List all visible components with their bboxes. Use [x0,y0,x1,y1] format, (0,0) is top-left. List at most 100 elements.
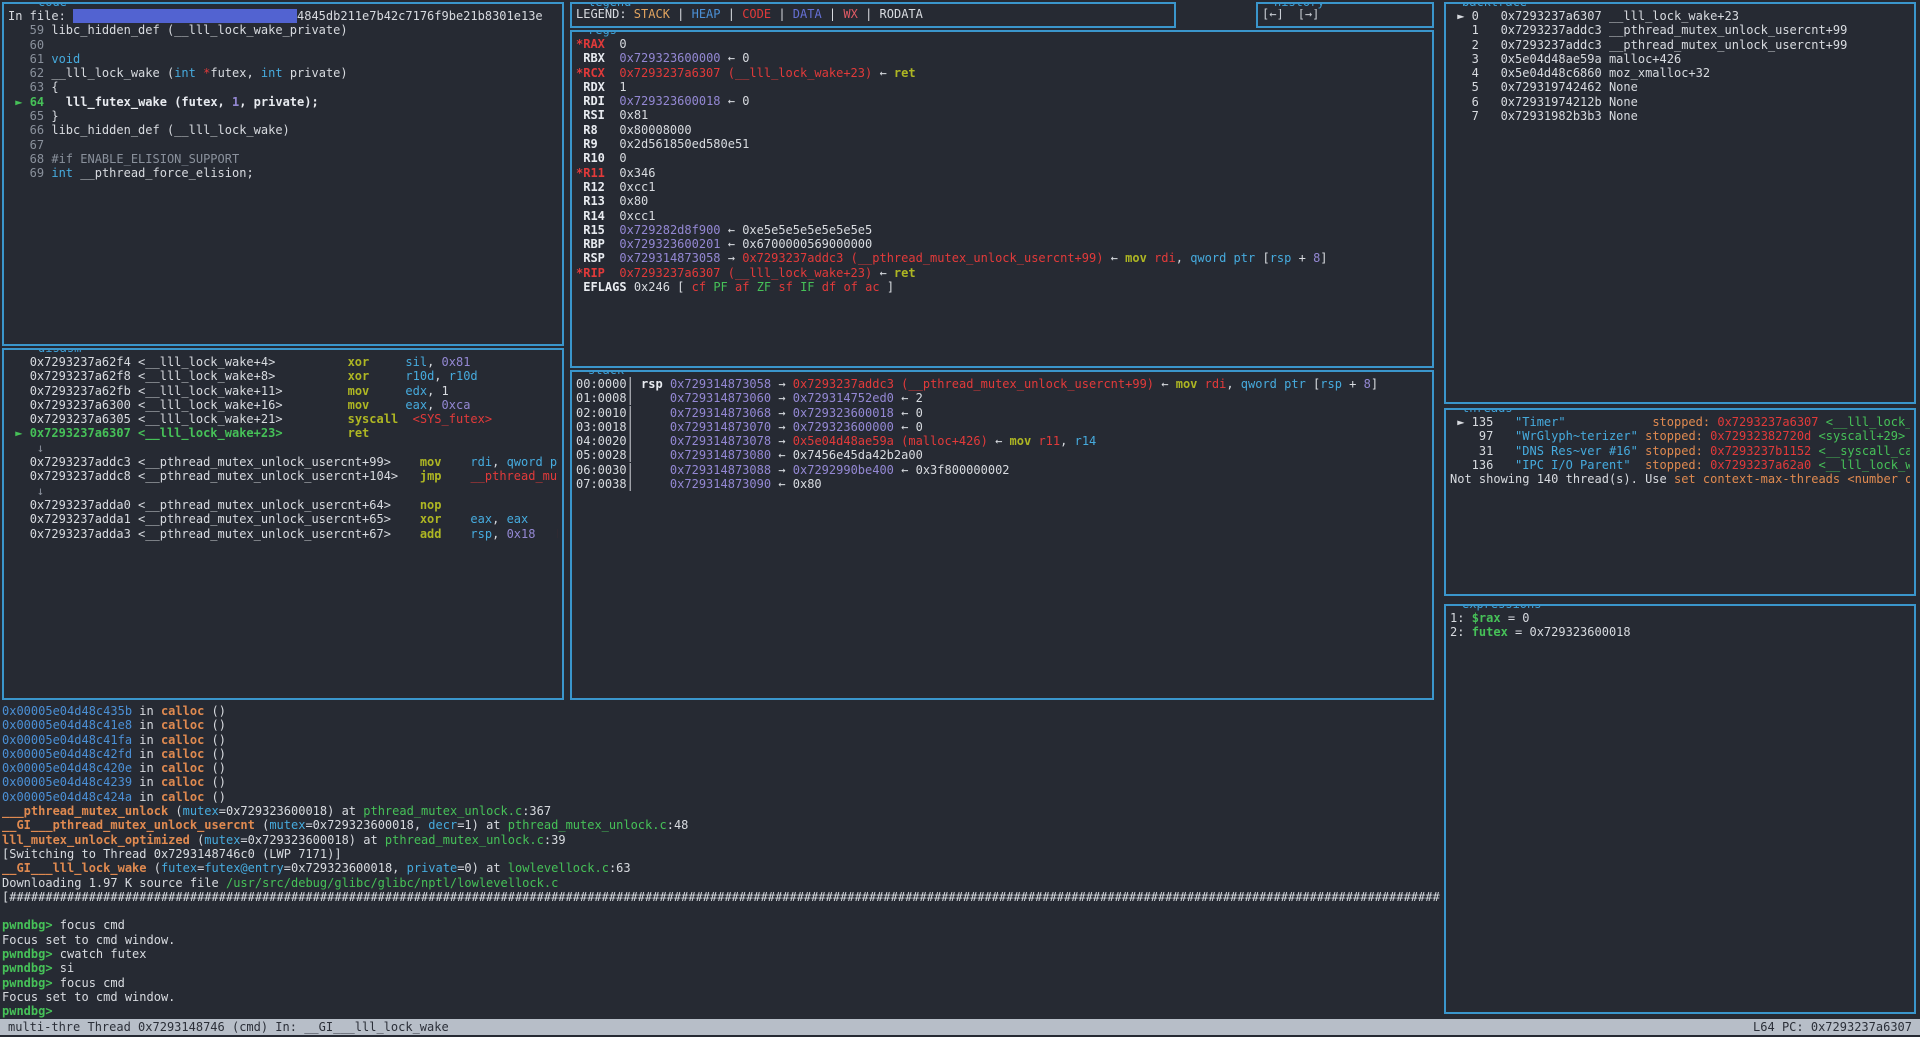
terminal-line: R12 0xcc1 [576,180,1428,194]
terminal-line: lll_mutex_unlock_optimized (mutex=0x7293… [2,833,1440,847]
terminal-line: 01:0008│ 0x729314873060 → 0x729314752ed0… [576,391,1428,405]
terminal-line: ↓ [8,484,558,498]
terminal-line: 06:0030│ 0x729314873088 → 0x7292990be400… [576,463,1428,477]
terminal-line: 1 0x7293237addc3 __pthread_mutex_unlock_… [1450,23,1910,37]
terminal-line: ___pthread_mutex_unlock (mutex=0x7293236… [2,804,1440,818]
thread-rows: ► 135 "Timer" stopped: 0x7293237a6307 <_… [1446,410,1914,491]
backtrace-panel: backtrace ► 0 0x7293237a6307 __lll_lock_… [1444,2,1916,404]
history-back-button[interactable]: [←] [1262,7,1284,21]
terminal-screen[interactable]: code In file: 4845db211e7b42c7176f9be21b… [0,0,1920,1037]
terminal-line: *RAX 0 [576,37,1428,51]
terminal-line: Downloading 1.97 K source file /usr/src/… [2,876,1440,890]
legend-panel-title: legend [584,2,635,9]
terminal-line: R8 0x80008000 [576,123,1428,137]
terminal-line: 68 #if ENABLE_ELISION_SUPPORT [8,152,558,166]
terminal-line: R15 0x729282d8f900 ← 0xe5e5e5e5e5e5e5e5 [576,223,1428,237]
terminal-line: *RCX 0x7293237a6307 (__lll_lock_wake+23)… [576,66,1428,80]
terminal-line: 02:0010│ 0x729314873068 → 0x729323600018… [576,406,1428,420]
terminal-line: ↓ [8,441,558,455]
terminal-line: Not showing 140 thread(s). Use set conte… [1450,472,1910,486]
backtrace-rows: ► 0 0x7293237a6307 __lll_lock_wake+23 1 … [1446,4,1914,128]
disassembly-panel: disasm 0x7293237a62f4 <__lll_lock_wake+4… [2,348,564,700]
terminal-line: *RIP 0x7293237a6307 (__lll_lock_wake+23)… [576,266,1428,280]
terminal-line: RBP 0x729323600201 ← 0x6700000569000000 [576,237,1428,251]
terminal-line: 3 0x5e04d48ae59a malloc+426 [1450,52,1910,66]
status-left: multi-thre Thread 0x7293148746 (cmd) In:… [8,1019,449,1035]
terminal-line: 69 int __pthread_force_elision; [8,166,558,180]
terminal-line: 31 "DNS Res~ver #16" stopped: 0x7293237b… [1450,444,1910,458]
terminal-line: 0x7293237adda0 <__pthread_mutex_unlock_u… [8,498,558,512]
threads-panel-title: threads [1458,408,1517,415]
terminal-line: 4 0x5e04d48c6860 moz_xmalloc+32 [1450,66,1910,80]
terminal-line: ► 64 lll_futex_wake (futex, 1, private); [8,95,558,109]
terminal-line: 2: futex = 0x729323600018 [1450,625,1910,639]
backtrace-panel-title: backtrace [1458,2,1531,9]
terminal-line: Focus set to cmd window. [2,990,1440,1004]
terminal-line: 67 [8,138,558,152]
expressions-panel: expressions 1: $rax = 02: futex = 0x7293… [1444,604,1916,1014]
terminal-line: pwndbg> cwatch futex [2,947,1440,961]
terminal-line: 00:0000│ rsp 0x729314873058 → 0x7293237a… [576,377,1428,391]
terminal-line: R13 0x80 [576,194,1428,208]
expression-rows: 1: $rax = 02: futex = 0x729323600018 [1446,606,1914,645]
terminal-line: 0x7293237a62fb <__lll_lock_wake+11> mov … [8,384,558,398]
register-rows: *RAX 0 RBX 0x729323600000 ← 0*RCX 0x7293… [572,32,1432,299]
terminal-line: [Switching to Thread 0x7293148746c0 (LWP… [2,847,1440,861]
terminal-line: pwndbg> focus cmd [2,918,1440,932]
terminal-line: 66 libc_hidden_def (__lll_lock_wake) [8,123,558,137]
history-panel: history [←] [→] [1256,2,1434,28]
history-forward-button[interactable]: [→] [1298,7,1320,21]
terminal-line: ► 0 0x7293237a6307 __lll_lock_wake+23 [1450,9,1910,23]
terminal-line: R10 0 [576,151,1428,165]
terminal-line: pwndbg> focus cmd [2,976,1440,990]
terminal-line: 0x7293237a62f8 <__lll_lock_wake+8> xor r… [8,369,558,383]
terminal-scrollback[interactable]: 0x00005e04d48c435b in calloc ()0x00005e0… [2,704,1440,1019]
terminal-line: R9 0x2d561850ed580e51 [576,137,1428,151]
legend-panel: legend LEGEND: STACK | HEAP | CODE | DAT… [570,2,1176,28]
history-panel-title: history [1270,2,1329,9]
expressions-panel-title: expressions [1458,604,1545,611]
registers-panel: regs *RAX 0 RBX 0x729323600000 ← 0*RCX 0… [570,30,1434,368]
threads-panel: threads ► 135 "Timer" stopped: 0x7293237… [1444,408,1916,596]
terminal-line: [#######################################… [2,890,1440,904]
status-bar: multi-thre Thread 0x7293148746 (cmd) In:… [0,1019,1920,1035]
terminal-line: EFLAGS 0x246 [ cf PF af ZF sf IF df of a… [576,280,1428,294]
terminal-line: 0x7293237a6305 <__lll_lock_wake+21> sysc… [8,412,558,426]
stack-panel: stack 00:0000│ rsp 0x729314873058 → 0x72… [570,370,1434,700]
terminal-line: 2 0x7293237addc3 __pthread_mutex_unlock_… [1450,38,1910,52]
terminal-line: RBX 0x729323600000 ← 0 [576,51,1428,65]
terminal-line: 0x00005e04d48c4239 in calloc () [2,775,1440,789]
terminal-line: 0x7293237adda1 <__pthread_mutex_unlock_u… [8,512,558,526]
terminal-line: 1: $rax = 0 [1450,611,1910,625]
terminal-line: R14 0xcc1 [576,209,1428,223]
terminal-line: 62 __lll_lock_wake (int *futex, int priv… [8,66,558,80]
terminal-line: 0x00005e04d48c42fd in calloc () [2,747,1440,761]
stack-panel-title: stack [584,370,628,377]
terminal-line: RDI 0x729323600018 ← 0 [576,94,1428,108]
terminal-line: 65 } [8,109,558,123]
terminal-line: Focus set to cmd window. [2,933,1440,947]
terminal-line: RSI 0x81 [576,108,1428,122]
terminal-line: 60 [8,38,558,52]
terminal-line: ► 135 "Timer" stopped: 0x7293237a6307 <_… [1450,415,1910,429]
terminal-line: 0x7293237a62f4 <__lll_lock_wake+4> xor s… [8,355,558,369]
legend-line: LEGEND: STACK | HEAP | CODE | DATA | WX … [572,4,1174,24]
terminal-line: *R11 0x346 [576,166,1428,180]
terminal-line: 5 0x729319742462 None [1450,80,1910,94]
terminal-line: 7 0x72931982b3b3 None [1450,109,1910,123]
terminal-line: LEGEND: STACK | HEAP | CODE | DATA | WX … [576,7,1170,21]
terminal-line: 0x7293237a6300 <__lll_lock_wake+16> mov … [8,398,558,412]
terminal-line: __GI___lll_lock_wake (futex=futex@entry=… [2,861,1440,875]
terminal-line: 05:0028│ 0x729314873080 ← 0x7456e45da42b… [576,448,1428,462]
terminal-line: 0x7293237addc3 <__pthread_mutex_unlock_u… [8,455,558,469]
terminal-line: 136 "IPC I/O Parent" stopped: 0x7293237a… [1450,458,1910,472]
terminal-line: 0x7293237adda3 <__pthread_mutex_unlock_u… [8,527,558,541]
terminal-line: 04:0020│ 0x729314873078 → 0x5e04d48ae59a… [576,434,1428,448]
code-panel-title: code [34,2,71,9]
terminal-line: 6 0x72931974212b None [1450,95,1910,109]
terminal-line: __GI___pthread_mutex_unlock_usercnt (mut… [2,818,1440,832]
terminal-line [2,904,1440,918]
terminal-line: 0x00005e04d48c420e in calloc () [2,761,1440,775]
code-lines: In file: 4845db211e7b42c7176f9be21b8301e… [4,4,562,186]
stack-rows: 00:0000│ rsp 0x729314873058 → 0x7293237a… [572,372,1432,496]
